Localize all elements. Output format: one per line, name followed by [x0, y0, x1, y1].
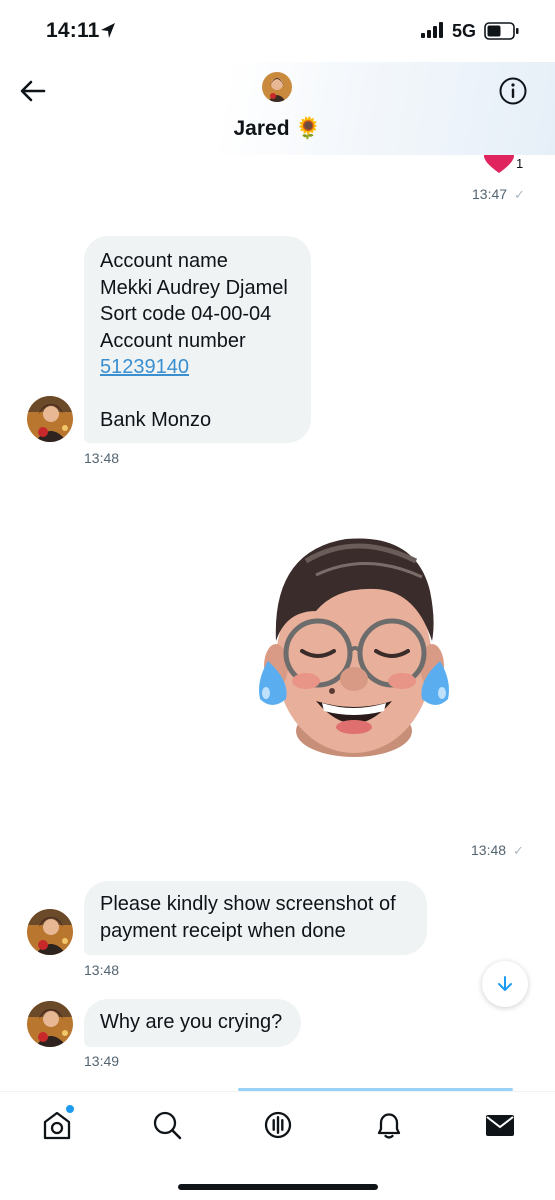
- avatar[interactable]: [27, 1001, 73, 1047]
- avatar[interactable]: [262, 72, 292, 102]
- account-number-link[interactable]: 51239140: [100, 356, 189, 378]
- search-icon: [153, 1111, 182, 1140]
- message-timestamp: 13:48: [471, 842, 507, 858]
- info-icon: [499, 77, 527, 105]
- reaction-count: 1: [516, 156, 524, 171]
- network-label: 5G: [452, 21, 477, 41]
- tab-search[interactable]: [150, 1108, 184, 1142]
- home-icon: [43, 1111, 71, 1140]
- memoji-sticker[interactable]: [246, 531, 462, 761]
- received-message[interactable]: Please kindly show screenshot of payment…: [84, 881, 427, 955]
- avatar[interactable]: [27, 396, 73, 442]
- back-arrow-icon: [20, 80, 46, 102]
- scroll-down-icon: [498, 976, 512, 991]
- mail-icon: [486, 1115, 514, 1136]
- signal-icon: [421, 22, 445, 43]
- contact-name[interactable]: Jared 🌻: [0, 117, 555, 141]
- spaces-icon: [264, 1111, 292, 1139]
- received-message-account-details[interactable]: Account name Mekki Audrey Djamel Sort co…: [84, 236, 311, 443]
- message-line: Account number: [100, 329, 246, 352]
- tab-messages[interactable]: [483, 1108, 517, 1142]
- message-timestamp: 13:48: [84, 450, 120, 466]
- message-thread[interactable]: 1 13:47 ✓ Account name Mekki Audrey Djam…: [0, 155, 555, 1091]
- battery-icon: [484, 22, 520, 45]
- back-button[interactable]: [16, 76, 50, 106]
- message-line: Account name: [100, 250, 228, 272]
- tab-spaces[interactable]: [261, 1108, 295, 1142]
- location-arrow-icon: [100, 22, 116, 45]
- message-timestamp: 13:48: [84, 962, 120, 978]
- message-timestamp: 13:47: [472, 186, 508, 202]
- tab-bar: [0, 1091, 555, 1200]
- tab-home[interactable]: [40, 1105, 74, 1142]
- scroll-to-bottom-button[interactable]: [482, 961, 528, 1007]
- conversation-header: Jared 🌻: [0, 62, 555, 155]
- tab-notifications[interactable]: [372, 1108, 406, 1142]
- home-indicator: [178, 1184, 378, 1190]
- message-line: Bank Monzo: [100, 409, 212, 431]
- sent-check-icon: ✓: [514, 187, 525, 202]
- notification-dot: [66, 1105, 74, 1113]
- message-timestamp: 13:49: [84, 1053, 120, 1069]
- info-button[interactable]: [498, 76, 528, 106]
- sent-check-icon: ✓: [513, 843, 524, 858]
- status-time: 14:11: [46, 19, 100, 42]
- received-message[interactable]: Why are you crying?: [84, 999, 301, 1047]
- message-line: Mekki Audrey Djamel: [100, 276, 288, 299]
- bell-icon: [377, 1113, 401, 1139]
- avatar[interactable]: [27, 909, 73, 955]
- message-line: Sort code 04-00-04: [100, 303, 272, 325]
- status-bar: 14:11 5G: [0, 0, 555, 62]
